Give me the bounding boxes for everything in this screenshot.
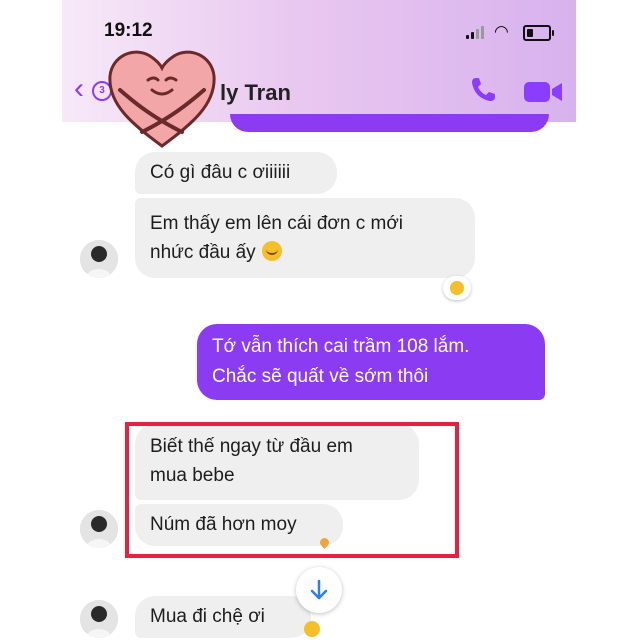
avatar[interactable] (80, 510, 118, 548)
video-camera-icon[interactable] (524, 79, 564, 105)
message-text: Mua đi chệ ơi (150, 606, 265, 627)
outgoing-message[interactable]: Tớ vẫn thích cai trầm 108 lắm. Chắc sẽ q… (197, 324, 545, 400)
message-text: Chắc sẽ quất về sớm thôi (212, 366, 429, 387)
avatar[interactable] (80, 600, 118, 638)
incoming-message[interactable]: Mua đi chệ ơi (135, 596, 311, 638)
message-text: nhức đầu ấy (150, 242, 256, 263)
phone-icon[interactable] (468, 75, 498, 105)
arrow-down-icon (310, 579, 328, 600)
message-text: Có gì đâu c ơiiiiii (150, 162, 291, 183)
rofl-emoji-icon (261, 241, 282, 261)
cellular-signal-icon (466, 26, 486, 39)
incoming-message[interactable]: Có gì đâu c ơiiiiii (135, 152, 337, 194)
scroll-to-bottom-button[interactable] (296, 567, 342, 613)
heart-hug-sticker (108, 50, 216, 148)
message-text: Tớ vẫn thích cai trầm 108 lắm. (212, 336, 470, 357)
emoji-icon (304, 621, 320, 637)
highlight-box (125, 422, 459, 558)
battery-icon (523, 25, 554, 41)
status-time: 19:12 (104, 20, 153, 41)
incoming-message[interactable]: Em thấy em lên cái đơn c mới nhức đầu ấy (135, 198, 475, 278)
chat-screen: 19:12 ◠ ‹ 3 ly Tran Có gì đâu c ơiiiiii … (62, 0, 576, 640)
laughing-reaction-icon[interactable] (443, 276, 471, 300)
back-button[interactable]: ‹ (74, 74, 84, 104)
contact-name[interactable]: ly Tran (220, 80, 291, 106)
avatar[interactable] (80, 240, 118, 278)
previous-outgoing-message[interactable] (230, 114, 549, 132)
wifi-icon: ◠ (494, 22, 509, 41)
message-text: Em thấy em lên cái đơn c mới (150, 213, 404, 234)
